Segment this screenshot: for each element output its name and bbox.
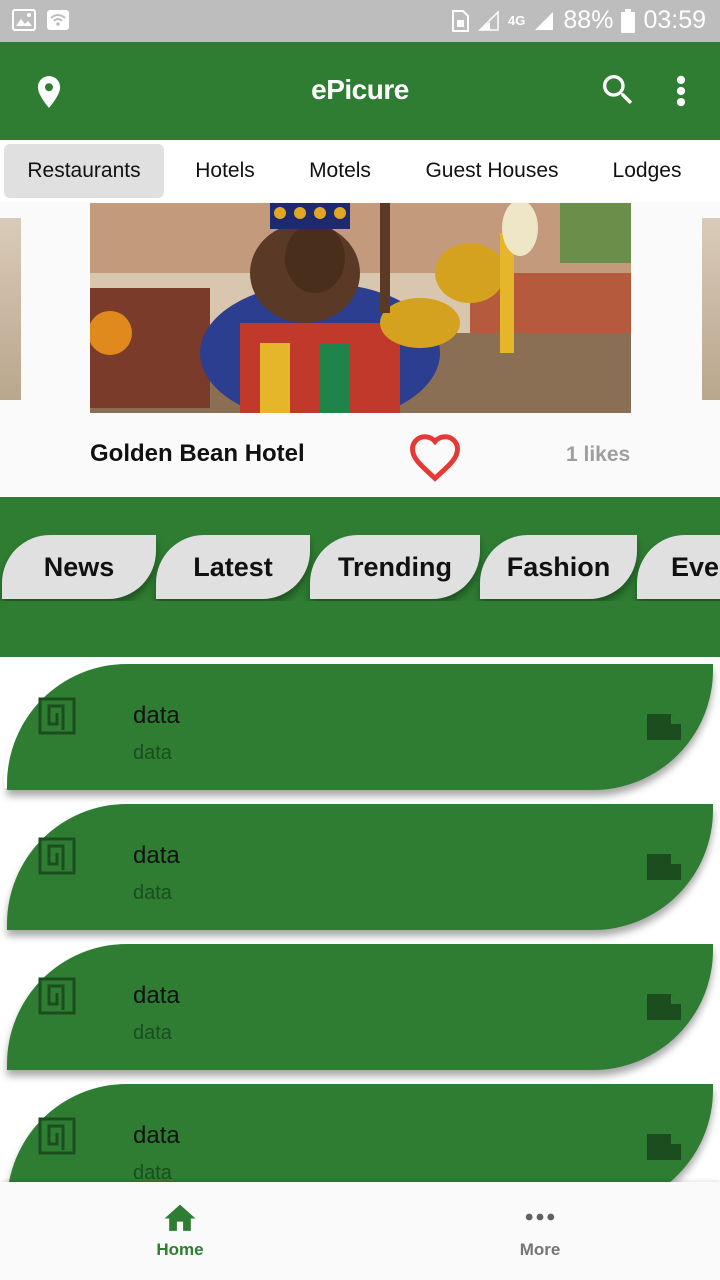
- search-icon[interactable]: [598, 70, 638, 115]
- app-bar: ePicure: [0, 42, 720, 140]
- note-icon[interactable]: [645, 852, 683, 887]
- location-icon[interactable]: [30, 72, 68, 117]
- featured-carousel[interactable]: Golden Bean Hotel 1 likes: [0, 202, 720, 496]
- list-item-subtitle: data: [133, 1022, 172, 1044]
- spiral-icon: [37, 836, 77, 881]
- battery-icon: [621, 8, 636, 33]
- topic-tab-latest[interactable]: Latest: [156, 535, 310, 599]
- topic-tab-events[interactable]: Eve: [637, 535, 720, 599]
- tab-guest-houses[interactable]: Guest Houses: [412, 144, 572, 198]
- signal-icon-2: [533, 10, 555, 32]
- spiral-icon: [37, 696, 77, 741]
- battery-percent: 88%: [563, 6, 614, 34]
- list-item-subtitle: data: [133, 742, 172, 764]
- topic-section: News Latest Trending Fashion Eve: [0, 497, 720, 657]
- tab-hotels[interactable]: Hotels: [170, 144, 280, 198]
- topic-tab-fashion[interactable]: Fashion: [480, 535, 637, 599]
- next-card-image[interactable]: [702, 218, 720, 400]
- note-icon[interactable]: [645, 712, 683, 747]
- note-icon[interactable]: [645, 1132, 683, 1167]
- signal-icon: [478, 9, 500, 32]
- status-bar: 4G 88% 03:59: [0, 0, 720, 42]
- previous-card-image[interactable]: [0, 218, 21, 400]
- list-item-title: data: [133, 1122, 180, 1149]
- list-item[interactable]: data data: [7, 1084, 713, 1182]
- list-item-subtitle: data: [133, 882, 172, 904]
- featured-image[interactable]: [90, 203, 631, 413]
- tab-motels[interactable]: Motels: [290, 144, 390, 198]
- list-item-title: data: [133, 842, 180, 869]
- nav-home-label: Home: [156, 1240, 204, 1259]
- note-icon[interactable]: [645, 992, 683, 1027]
- spiral-icon: [37, 976, 77, 1021]
- list-item[interactable]: data data: [7, 944, 713, 1070]
- list-item-subtitle: data: [133, 1162, 172, 1182]
- nav-more[interactable]: More: [460, 1200, 620, 1260]
- list-item[interactable]: data data: [7, 804, 713, 930]
- featured-title: Golden Bean Hotel: [90, 440, 305, 467]
- heart-icon[interactable]: [408, 432, 462, 487]
- tab-restaurants[interactable]: Restaurants: [4, 144, 164, 198]
- network-type-label: 4G: [508, 13, 526, 28]
- topic-tab-news[interactable]: News: [2, 535, 156, 599]
- content-list: data data data data data data data data: [0, 657, 720, 1182]
- likes-count: 1 likes: [566, 443, 631, 466]
- sim-icon: [450, 9, 470, 33]
- more-horiz-icon: [460, 1200, 620, 1234]
- spiral-icon: [37, 1116, 77, 1161]
- more-vert-icon[interactable]: [668, 72, 694, 115]
- list-item[interactable]: data data: [7, 664, 713, 790]
- tab-lodges[interactable]: Lodges: [596, 144, 698, 198]
- clock: 03:59: [643, 6, 706, 34]
- wifi-notification-icon: [46, 9, 70, 31]
- bottom-navigation: Home More: [0, 1182, 720, 1280]
- nav-more-label: More: [519, 1240, 561, 1259]
- category-tabs: Restaurants Hotels Motels Guest Houses L…: [0, 140, 720, 202]
- topic-tabs: News Latest Trending Fashion Eve: [0, 535, 720, 601]
- home-icon: [100, 1200, 260, 1234]
- gallery-notification-icon: [12, 9, 36, 31]
- list-item-title: data: [133, 702, 180, 729]
- list-item-title: data: [133, 982, 180, 1009]
- topic-tab-trending[interactable]: Trending: [310, 535, 480, 599]
- nav-home[interactable]: Home: [100, 1200, 260, 1260]
